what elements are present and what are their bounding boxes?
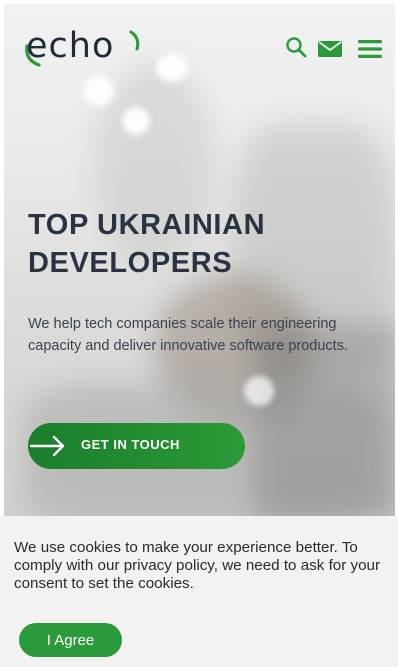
menu-icon[interactable]	[357, 38, 383, 60]
search-icon[interactable]	[285, 36, 307, 58]
hero-title: TOP UKRAINIAN DEVELOPERS	[28, 209, 266, 279]
logo-swoosh-right-icon	[129, 30, 140, 51]
mail-icon[interactable]	[317, 39, 343, 59]
cookie-message: We use cookies to make your experience b…	[14, 539, 381, 592]
agree-button[interactable]: I Agree	[19, 623, 122, 657]
arrow-right-icon	[30, 435, 65, 457]
site-header: echo	[4, 4, 395, 84]
hero-description: We help tech companies scale their engin…	[28, 316, 348, 354]
get-in-touch-button[interactable]: GET IN TOUCH	[28, 423, 245, 469]
cookie-banner: We use cookies to make your experience b…	[0, 516, 398, 667]
logo-text: echo	[26, 26, 115, 66]
get-in-touch-label: GET IN TOUCH	[81, 437, 180, 452]
